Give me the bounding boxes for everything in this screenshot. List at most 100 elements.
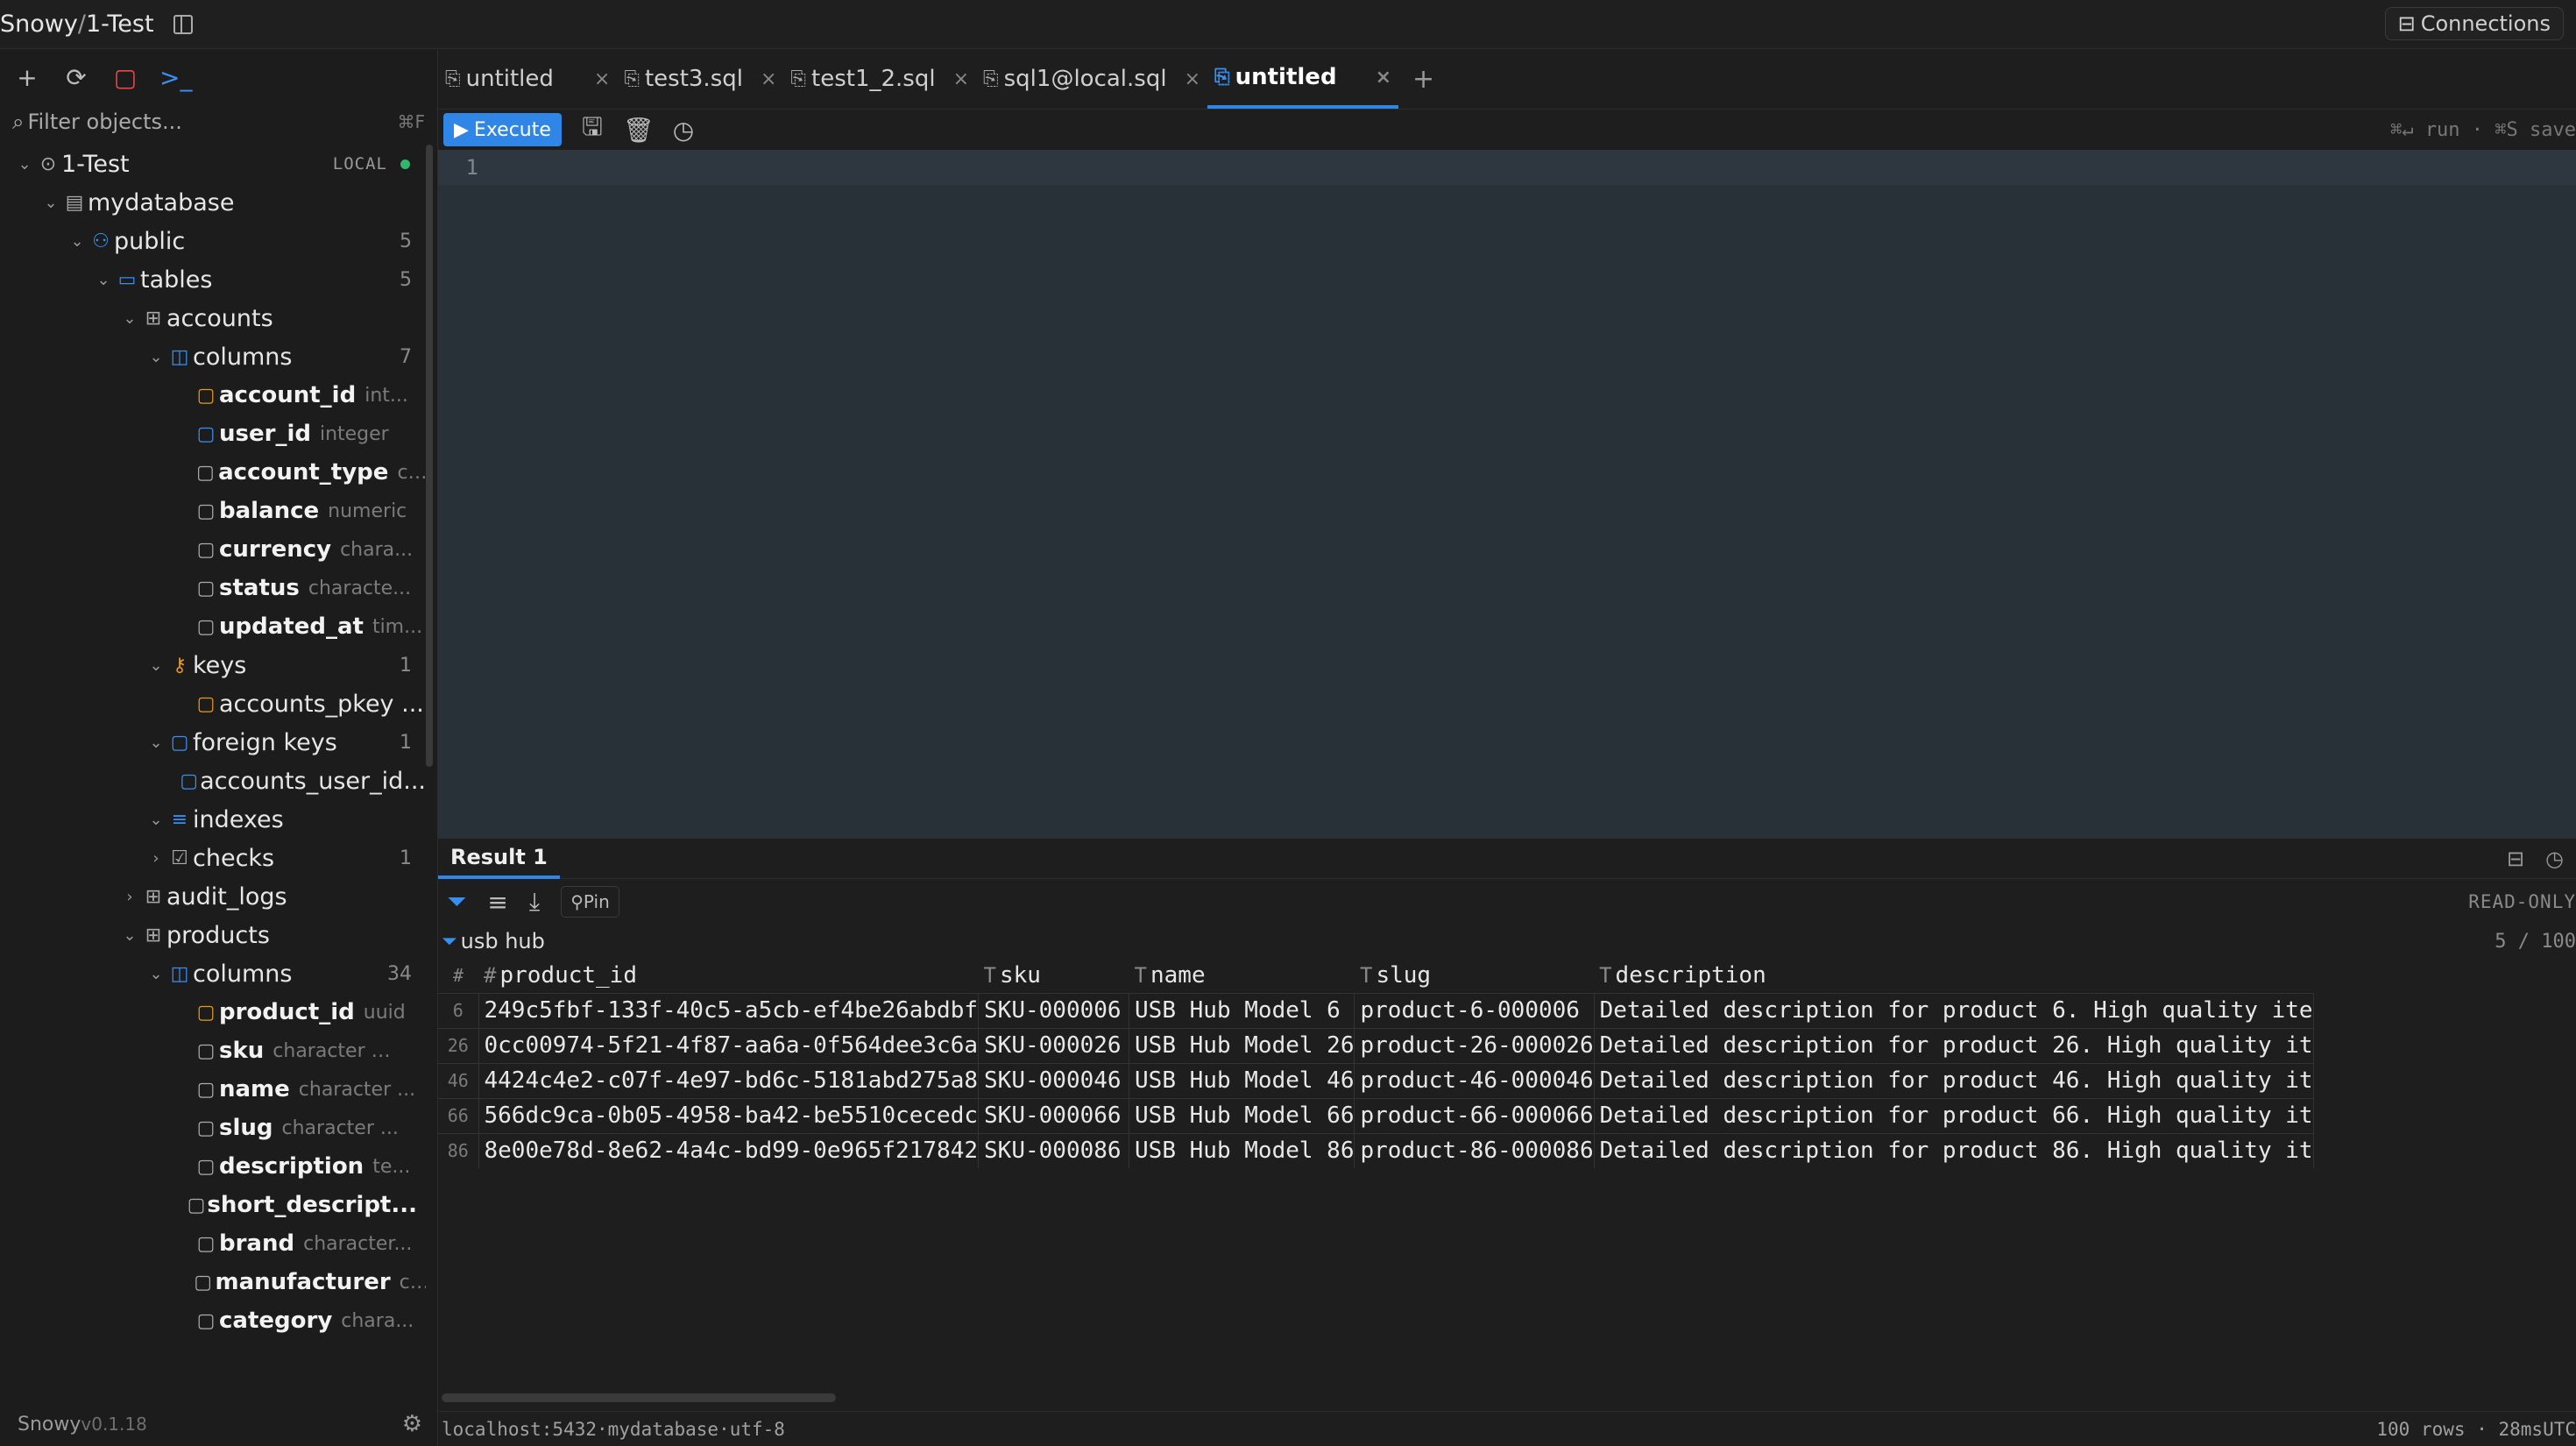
row-index[interactable]: 46 <box>438 1062 479 1098</box>
table-row[interactable]: 66 566dc9ca-0b05-4958-ba42-be5510cecedc SK… <box>438 1097 2314 1133</box>
table-cell[interactable]: product-6-000006 <box>1354 992 1595 1028</box>
result-filter-text[interactable]: usb hub <box>461 929 545 953</box>
table-cell[interactable]: USB Hub Model 6 <box>1129 992 1355 1028</box>
sql-editor[interactable]: 1 <box>438 150 2576 839</box>
chevron-icon[interactable]: › <box>144 849 168 868</box>
refresh-icon[interactable]: ⟳ <box>61 63 91 92</box>
new-tab-button[interactable]: + <box>1398 49 1448 109</box>
execute-button[interactable]: ▶ Execute <box>443 113 562 146</box>
tree-fk-accounts-user-id[interactable]: ▢ accounts_user_id... <box>0 762 426 800</box>
column-header[interactable]: Tslug <box>1355 958 1594 993</box>
table-cell[interactable]: USB Hub Model 66 <box>1129 1097 1355 1133</box>
table-cell[interactable]: USB Hub Model 86 <box>1129 1132 1355 1168</box>
add-icon[interactable]: + <box>12 63 42 92</box>
chevron-icon[interactable]: ⌄ <box>144 734 168 752</box>
save-icon[interactable]: 🖫 <box>577 109 607 151</box>
table-cell[interactable]: SKU-000066 <box>978 1097 1130 1133</box>
table-cell[interactable]: 8e00e78d-8e62-4a4c-bd99-0e965f217842 <box>478 1132 980 1168</box>
tree-columns-accounts[interactable]: ⌄ ◫ columns 7 <box>0 337 426 376</box>
table-cell[interactable]: product-66-000066 <box>1354 1097 1595 1133</box>
close-icon[interactable]: × <box>761 68 776 90</box>
tree-indexes-accounts[interactable]: ⌄ ≡ indexes <box>0 800 426 839</box>
tree-column-account-type[interactable]: ▢ account_type c... <box>0 453 426 492</box>
tree-column-short-description[interactable]: ▢ short_descript... <box>0 1186 426 1224</box>
tree-column-updated-at[interactable]: ▢ updated_at tim... <box>0 607 426 646</box>
chevron-icon[interactable]: ⌄ <box>65 232 89 251</box>
history-icon[interactable]: ◷ <box>2545 847 2564 871</box>
editor-line[interactable]: 1 <box>438 150 2576 185</box>
tree-foreign-keys-accounts[interactable]: ⌄ ▢ foreign keys 1 <box>0 723 426 762</box>
tree-column-balance[interactable]: ▢ balance numeric <box>0 492 426 530</box>
sort-icon[interactable]: ≡ <box>487 888 507 917</box>
chevron-icon[interactable]: ⌄ <box>117 926 142 945</box>
table-cell[interactable]: SKU-000006 <box>978 992 1130 1028</box>
tree-column-account-id[interactable]: ▢ account_id int... <box>0 376 426 415</box>
column-header[interactable]: Tdescription <box>1594 958 2313 993</box>
connections-button[interactable]: ⊟ Connections <box>2384 7 2564 40</box>
chevron-icon[interactable]: › <box>117 888 142 906</box>
chevron-icon[interactable]: ⌄ <box>117 309 142 328</box>
table-cell[interactable]: Detailed description for product 86. Hig… <box>1594 1132 2314 1168</box>
tree-key-accounts-pkey[interactable]: ▢ accounts_pkey ... <box>0 684 426 723</box>
close-icon[interactable]: × <box>594 68 610 90</box>
tree-folder-tables[interactable]: ⌄ ▭ tables 5 <box>0 260 426 299</box>
tree-column-currency[interactable]: ▢ currency chara... <box>0 530 426 569</box>
stop-icon[interactable]: ▢ <box>110 63 140 92</box>
row-index[interactable]: 66 <box>438 1097 479 1133</box>
tree-column-product-id[interactable]: ▢ product_id uuid <box>0 993 426 1031</box>
chevron-icon[interactable]: ⌄ <box>144 965 168 983</box>
filter-icon[interactable]: ⏷ <box>447 887 466 917</box>
row-index[interactable]: 6 <box>438 992 479 1028</box>
row-index[interactable]: 86 <box>438 1132 479 1168</box>
close-icon[interactable]: × <box>953 68 969 90</box>
table-row[interactable]: 86 8e00e78d-8e62-4a4c-bd99-0e965f217842 SK… <box>438 1132 2314 1168</box>
pin-button[interactable]: ⚲ Pin <box>561 886 619 918</box>
close-icon[interactable]: × <box>1185 68 1200 90</box>
tree-columns-products[interactable]: ⌄ ◫ columns 34 <box>0 954 426 993</box>
close-icon[interactable]: × <box>1376 67 1391 89</box>
tree-column-name[interactable]: ▢ name character ... <box>0 1070 426 1109</box>
chevron-icon[interactable]: ⌄ <box>144 656 168 675</box>
sidebar-scrollbar[interactable] <box>426 145 433 767</box>
table-cell[interactable]: 4424c4e2-c07f-4e97-bd6c-5181abd275a8 <box>478 1062 980 1098</box>
trash-icon[interactable]: 🗑 <box>623 116 655 145</box>
tree-database-mydatabase[interactable]: ⌄ ▤ mydatabase <box>0 183 426 222</box>
tree-column-manufacturer[interactable]: ▢ manufacturer c... <box>0 1263 426 1301</box>
tab-editor-1[interactable]: ⎘ test3.sql × <box>617 49 783 109</box>
tree-column-status[interactable]: ▢ status characte... <box>0 569 426 607</box>
tree-column-slug[interactable]: ▢ slug character ... <box>0 1109 426 1147</box>
chevron-icon[interactable]: ⌄ <box>144 348 168 366</box>
tree-checks-accounts[interactable]: › ☑ checks 1 <box>0 839 426 877</box>
tab-editor-4[interactable]: ⎘ untitled × <box>1207 49 1398 109</box>
column-header[interactable]: # product_id <box>478 958 979 993</box>
chevron-icon[interactable]: ⌄ <box>39 194 63 212</box>
table-cell[interactable]: USB Hub Model 26 <box>1129 1027 1355 1063</box>
table-cell[interactable]: Detailed description for product 26. Hig… <box>1594 1027 2314 1063</box>
tree-column-brand[interactable]: ▢ brand character... <box>0 1224 426 1263</box>
chevron-icon[interactable]: ⌄ <box>12 155 37 174</box>
table-row[interactable]: 26 0cc00974-5f21-4f87-aa6a-0f564dee3c6a SK… <box>438 1027 2314 1063</box>
table-row[interactable]: 6 249c5fbf-133f-40c5-a5cb-ef4be26abdbf SKU… <box>438 992 2314 1028</box>
table-cell[interactable]: Detailed description for product 66. Hig… <box>1594 1097 2314 1133</box>
table-cell[interactable]: SKU-000046 <box>978 1062 1130 1098</box>
tree-schema-public[interactable]: ⌄ ⚇ public 5 <box>0 222 426 260</box>
tree-table-audit-logs[interactable]: › ⊞ audit_logs <box>0 877 426 916</box>
result-filter-bar[interactable]: ⏷ usb hub 5 / 100 <box>438 925 2576 958</box>
tab-result-1[interactable]: Result 1 <box>438 839 560 879</box>
sidebar-toggle-icon[interactable] <box>173 15 194 34</box>
table-cell[interactable]: Detailed description for product 6. High… <box>1594 992 2314 1028</box>
tab-editor-0[interactable]: ⎘ untitled × <box>438 49 617 109</box>
download-icon[interactable]: ⤓ <box>529 887 540 917</box>
table-cell[interactable]: 249c5fbf-133f-40c5-a5cb-ef4be26abdbf <box>478 992 980 1028</box>
table-cell[interactable]: product-46-000046 <box>1354 1062 1595 1098</box>
tree-table-accounts[interactable]: ⌄ ⊞ accounts <box>0 299 426 337</box>
tree-keys-accounts[interactable]: ⌄ ⚷ keys 1 <box>0 646 426 684</box>
chevron-icon[interactable]: ⌄ <box>144 811 168 829</box>
table-cell[interactable]: product-86-000086 <box>1354 1132 1595 1168</box>
tree-column-user-id[interactable]: ▢ user_id integer <box>0 415 426 453</box>
tree-column-description[interactable]: ▢ description te... <box>0 1147 426 1186</box>
gear-icon[interactable]: ⚙ <box>402 1411 422 1437</box>
table-cell[interactable]: 566dc9ca-0b05-4958-ba42-be5510cecedc <box>478 1097 980 1133</box>
column-header[interactable]: Tname <box>1129 958 1355 993</box>
table-cell[interactable]: Detailed description for product 46. Hig… <box>1594 1062 2314 1098</box>
